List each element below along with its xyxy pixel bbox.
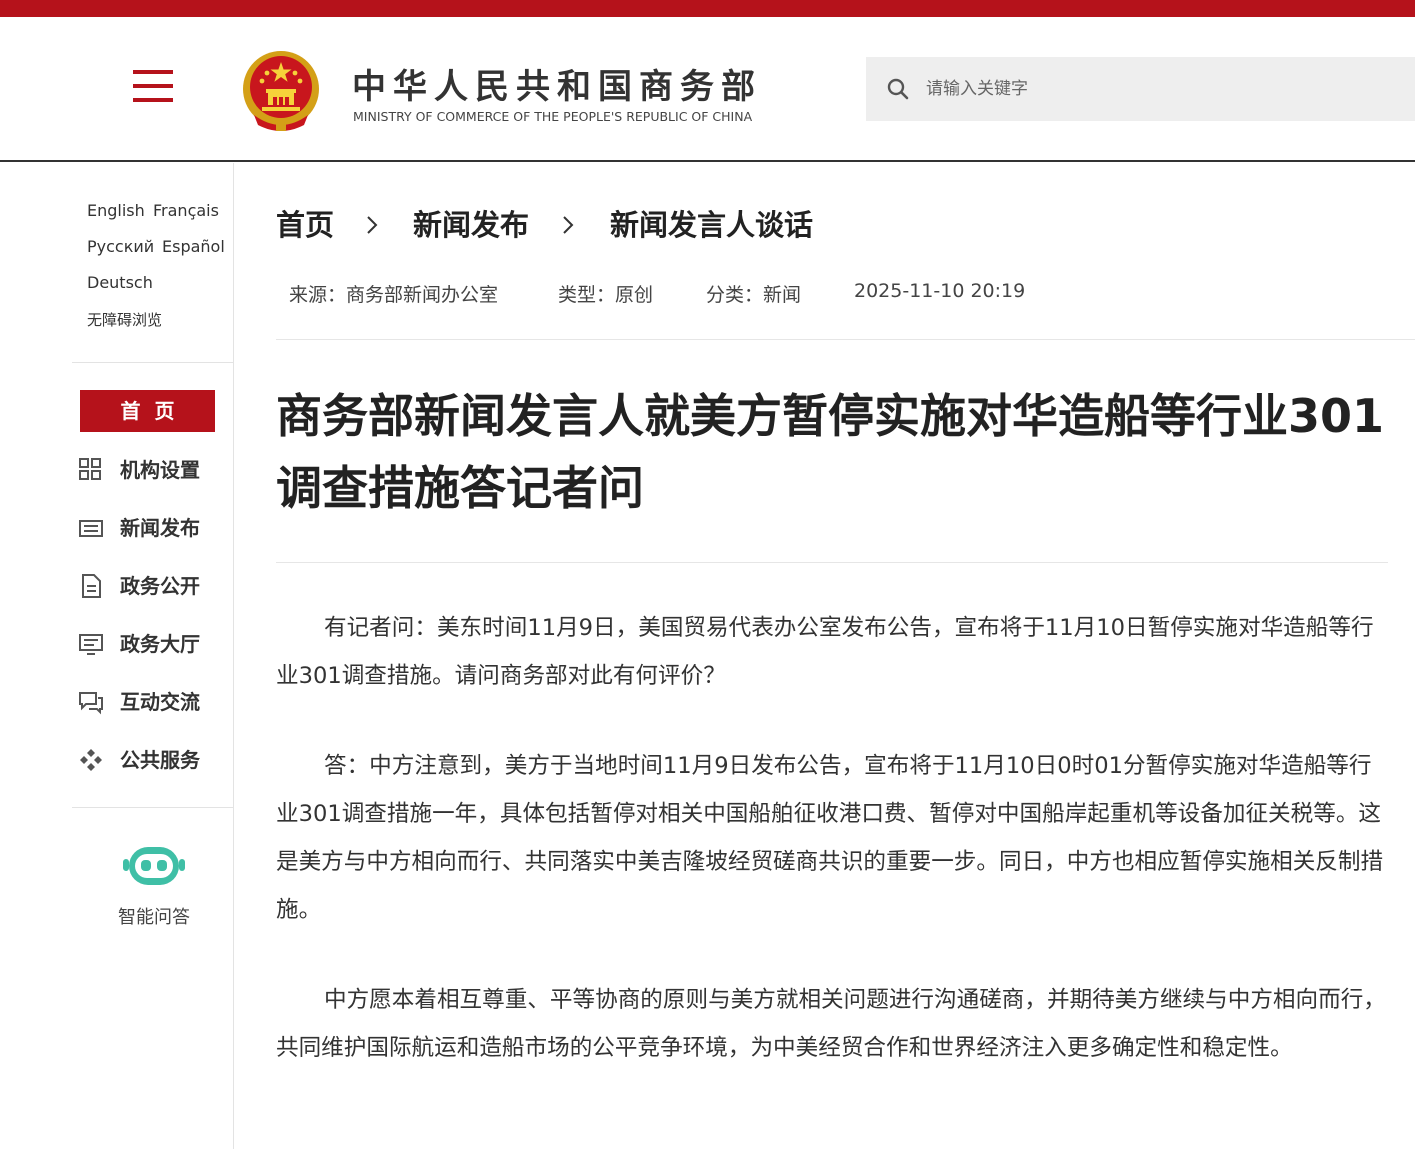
left-sidebar: English Français Русский Español Deutsch… [0, 163, 234, 1149]
nav-item-news[interactable]: 新闻发布 [78, 512, 228, 544]
lang-russian-link[interactable]: Русский [87, 237, 154, 256]
sidebar-divider [72, 362, 234, 363]
lang-spanish-link[interactable]: Español [162, 237, 225, 256]
search-icon[interactable] [886, 77, 910, 101]
search-box[interactable] [866, 57, 1415, 121]
grid-icon [79, 458, 101, 480]
title-divider [276, 562, 1388, 563]
meta-source: 来源：商务部新闻办公室 [289, 284, 499, 306]
chevron-right-icon [563, 216, 574, 234]
nav-item-label: 机构设置 [120, 458, 200, 482]
robot-assistant-icon[interactable] [123, 843, 185, 889]
nav-item-label: 互动交流 [120, 690, 200, 714]
nav-item-interaction[interactable]: 互动交流 [78, 686, 228, 718]
document-icon [82, 574, 101, 598]
nav-item-government-affairs[interactable]: 政务公开 [78, 570, 228, 602]
breadcrumb-news-release[interactable]: 新闻发布 [413, 205, 529, 245]
meta-datetime: 2025-11-10 20:19 [854, 280, 1026, 302]
meta-category: 分类：新闻 [706, 284, 802, 306]
accessible-browsing-link[interactable]: 无障碍浏览 [87, 309, 162, 330]
national-emblem-icon[interactable] [240, 49, 322, 133]
lang-german-link[interactable]: Deutsch [87, 273, 153, 292]
ministry-logo-english[interactable]: MINISTRY OF COMMERCE OF THE PEOPLE'S REP… [353, 109, 752, 124]
ministry-logo-chinese[interactable]: 中华人民共和国商务部 [352, 59, 762, 108]
nav-item-label: 政务大厅 [120, 632, 200, 656]
search-input[interactable] [926, 57, 1396, 121]
chevron-right-icon [367, 216, 378, 234]
hall-icon [79, 634, 103, 655]
article-meta: 来源：商务部新闻办公室 类型：原创 分类：新闻 2025-11-10 20:19 [276, 246, 1415, 340]
nav-item-service-hall[interactable]: 政务大厅 [78, 628, 228, 660]
nav-item-label: 政务公开 [120, 574, 200, 598]
news-icon [79, 520, 103, 537]
nav-home-button[interactable]: 首页 [80, 390, 215, 432]
breadcrumb-spokesperson[interactable]: 新闻发言人谈话 [610, 205, 813, 245]
lang-english-link[interactable]: English [87, 201, 145, 220]
sidebar-divider [72, 807, 234, 808]
smart-qa-label[interactable]: 智能问答 [100, 903, 208, 929]
nav-item-label: 新闻发布 [120, 516, 200, 540]
article-paragraph: 有记者问：美东时间11月9日，美国贸易代表办公室发布公告，宣布将于11月10日暂… [276, 615, 1374, 689]
menu-icon[interactable] [133, 70, 173, 104]
nav-item-organization[interactable]: 机构设置 [78, 454, 228, 486]
meta-type: 类型：原创 [558, 284, 654, 306]
chat-icon [79, 692, 103, 715]
article-title: 商务部新闻发言人就美方暂停实施对华造船等行业301调查措施答记者问 [276, 389, 1385, 515]
breadcrumb-home[interactable]: 首页 [276, 205, 334, 245]
lang-french-link[interactable]: Français [153, 201, 219, 220]
nav-item-public-service[interactable]: 公共服务 [78, 744, 228, 776]
article-paragraph: 答：中方注意到，美方于当地时间11月9日发布公告，宣布将于11月10日0时01分… [276, 753, 1384, 923]
service-icon [80, 749, 102, 771]
site-header: 中华人民共和国商务部 MINISTRY OF COMMERCE OF THE P… [0, 17, 1415, 162]
nav-item-label: 公共服务 [120, 748, 200, 772]
article-paragraph: 中方愿本着相互尊重、平等协商的原则与美方就相关问题进行沟通磋商，并期待美方继续与… [276, 987, 1386, 1061]
top-red-bar [0, 0, 1415, 17]
